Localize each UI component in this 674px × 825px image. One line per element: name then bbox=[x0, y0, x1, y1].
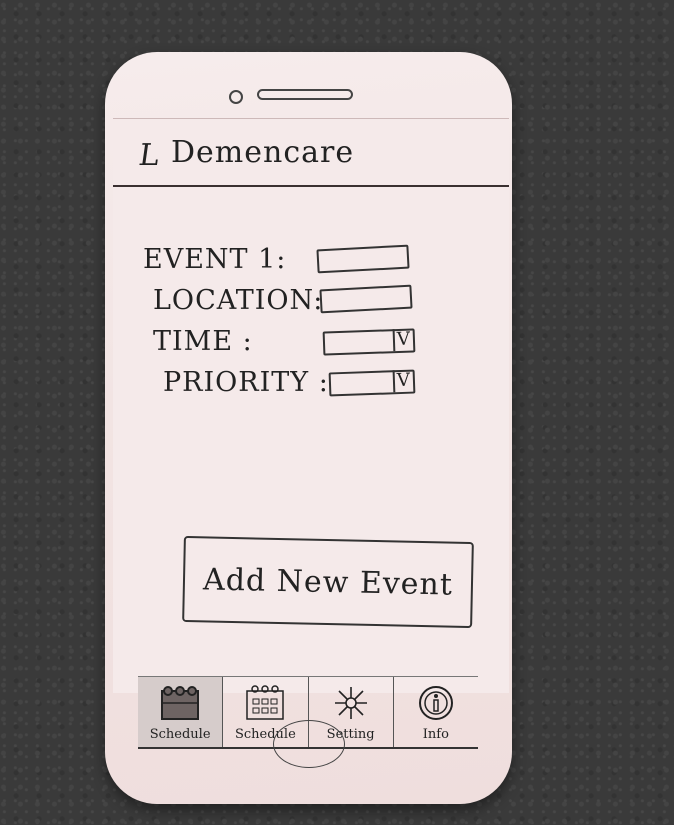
event-input[interactable] bbox=[316, 244, 410, 274]
time-select[interactable]: V bbox=[322, 328, 416, 356]
chevron-down-icon: V bbox=[392, 369, 411, 393]
camera-icon bbox=[229, 90, 243, 104]
tab-schedule[interactable]: Schedule bbox=[138, 677, 224, 747]
speaker-icon bbox=[257, 89, 353, 100]
gear-icon bbox=[334, 687, 367, 719]
schedule-icon bbox=[161, 686, 200, 720]
add-new-event-label: Add New Event bbox=[202, 561, 454, 603]
home-button[interactable] bbox=[273, 720, 345, 768]
form-row-location: LOCATION: bbox=[153, 285, 323, 316]
tab-label: Schedule bbox=[149, 727, 211, 742]
app-screen: L Demencare EVENT 1: LOCATION: TIME : V … bbox=[113, 118, 509, 693]
info-icon bbox=[418, 686, 453, 720]
form-row-event: EVENT 1: bbox=[143, 244, 286, 275]
location-label: LOCATION: bbox=[153, 285, 324, 316]
priority-select[interactable]: V bbox=[328, 369, 416, 397]
back-icon[interactable]: L bbox=[137, 138, 162, 173]
add-new-event-button[interactable]: Add New Event bbox=[182, 535, 474, 629]
form-row-priority: PRIORITY : bbox=[163, 367, 329, 398]
app-title: Demencare bbox=[171, 135, 355, 170]
chevron-down-icon: V bbox=[392, 328, 411, 352]
event-label: EVENT 1: bbox=[143, 244, 287, 275]
tab-info[interactable]: Info bbox=[394, 677, 478, 747]
phone-mockup: L Demencare EVENT 1: LOCATION: TIME : V … bbox=[105, 52, 512, 804]
location-input[interactable] bbox=[319, 284, 413, 314]
tab-label: Info bbox=[422, 727, 449, 742]
form-row-time: TIME : bbox=[153, 326, 253, 357]
app-header: L Demencare bbox=[113, 119, 509, 187]
time-label: TIME : bbox=[153, 326, 253, 357]
calendar-icon bbox=[246, 685, 285, 720]
priority-label: PRIORITY : bbox=[163, 367, 329, 398]
